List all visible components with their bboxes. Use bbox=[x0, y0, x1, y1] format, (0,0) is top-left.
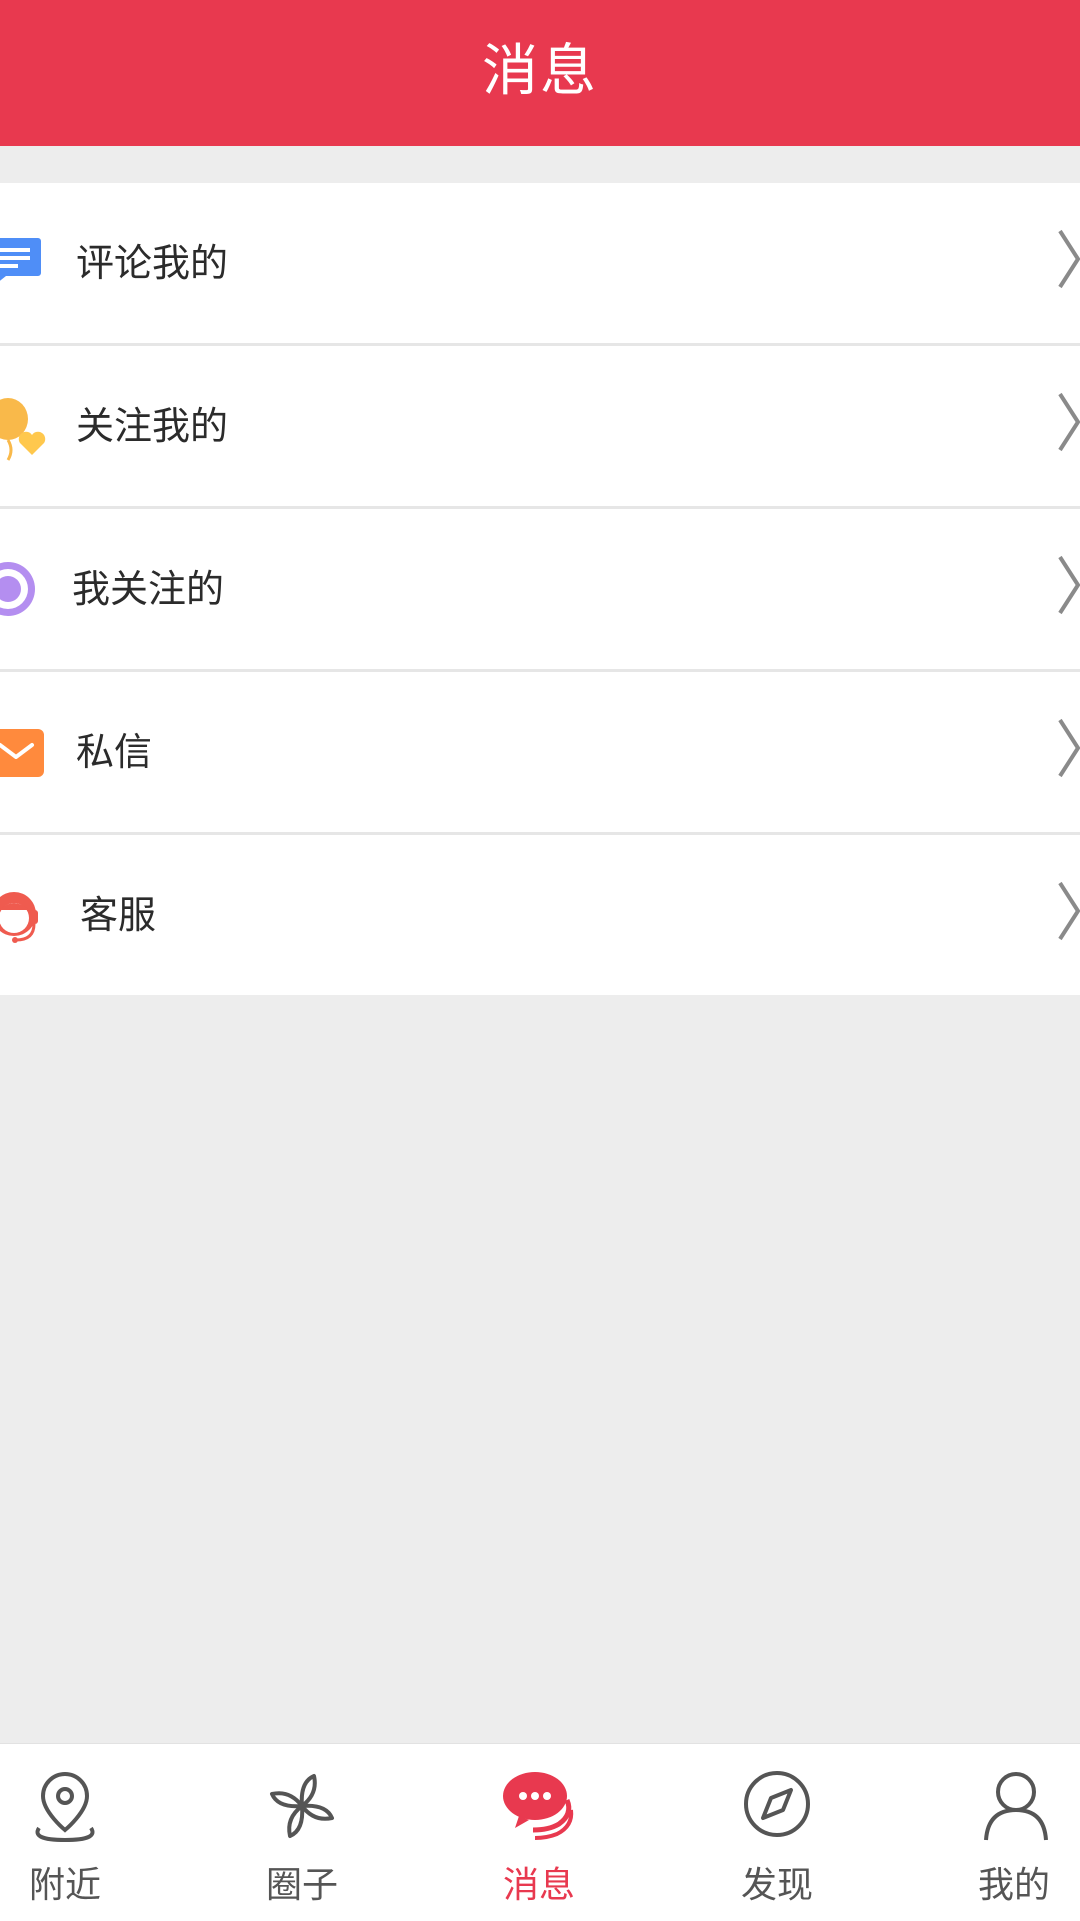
tab-messages[interactable]: 消息 bbox=[469, 1744, 609, 1921]
header-bar: 消息 bbox=[0, 0, 1080, 146]
menu-item-private-message[interactable]: 私信 bbox=[0, 672, 1080, 835]
tab-circle[interactable]: 圈子 bbox=[232, 1744, 372, 1921]
comment-icon bbox=[0, 238, 41, 281]
pinwheel-icon bbox=[270, 1774, 334, 1838]
chevron-right-icon bbox=[1058, 229, 1080, 289]
tab-label: 发现 bbox=[740, 1865, 813, 1906]
menu-item-following[interactable]: 我关注的 bbox=[0, 509, 1080, 672]
page-title: 消息 bbox=[482, 38, 598, 104]
customer-service-icon bbox=[0, 892, 38, 943]
tab-label: 我的 bbox=[977, 1865, 1050, 1906]
chevron-right-icon bbox=[1058, 555, 1080, 615]
mail-icon bbox=[0, 729, 44, 777]
target-icon bbox=[0, 562, 35, 616]
compass-icon bbox=[744, 1771, 810, 1837]
chevron-right-icon bbox=[1058, 881, 1080, 941]
chevron-right-icon bbox=[1058, 392, 1080, 452]
menu-item-followers[interactable]: 关注我的 bbox=[0, 346, 1080, 509]
chevron-right-icon bbox=[1058, 718, 1080, 778]
menu-item-customer-service[interactable]: 客服 bbox=[0, 835, 1080, 995]
menu-item-label: 客服 bbox=[80, 893, 157, 937]
tab-label: 附近 bbox=[28, 1865, 101, 1906]
balloon-heart-icon bbox=[0, 398, 46, 461]
chat-bubble-icon bbox=[503, 1772, 574, 1840]
menu-item-comments[interactable]: 评论我的 bbox=[0, 183, 1080, 346]
tab-nearby[interactable]: 附近 bbox=[0, 1744, 135, 1921]
tab-profile[interactable]: 我的 bbox=[944, 1744, 1080, 1921]
tab-label: 圈子 bbox=[265, 1865, 338, 1906]
tab-discover[interactable]: 发现 bbox=[707, 1744, 847, 1921]
menu-item-label: 评论我的 bbox=[76, 241, 229, 285]
message-menu-list: 评论我的 关注我的 我关注的 私信 客服 bbox=[0, 183, 1080, 995]
location-pin-icon bbox=[35, 1771, 95, 1843]
menu-item-label: 关注我的 bbox=[76, 404, 229, 448]
user-icon bbox=[984, 1772, 1048, 1841]
menu-item-label: 我关注的 bbox=[72, 567, 225, 611]
tab-label: 消息 bbox=[502, 1865, 575, 1906]
bottom-tab-bar: 附近 圈子 消息 发现 我的 bbox=[0, 1743, 1080, 1921]
menu-item-label: 私信 bbox=[76, 730, 153, 774]
